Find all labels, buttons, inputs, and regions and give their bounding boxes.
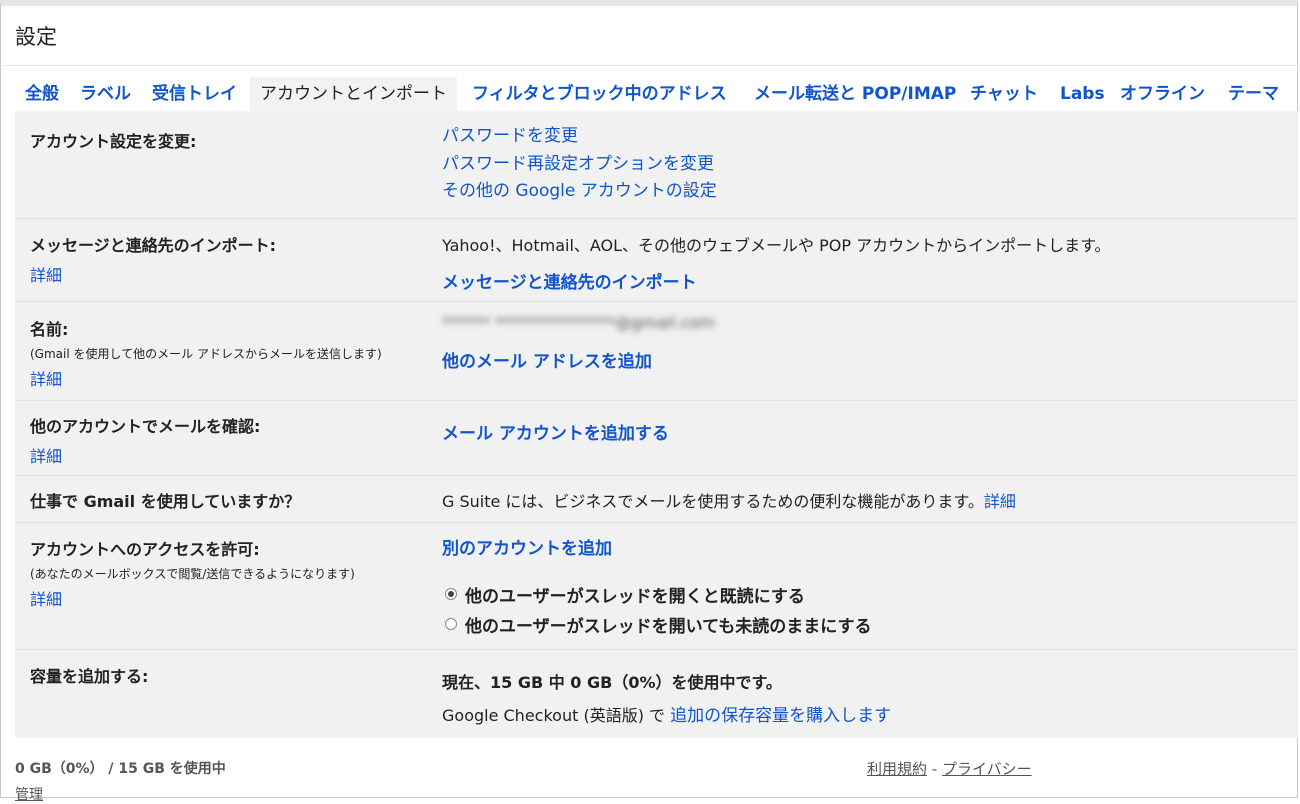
footer-links: 利用規約 - プライバシー: [867, 758, 1032, 779]
radio-label: 他のユーザーがスレッドを開くと既読にする: [465, 586, 805, 607]
row-label: アカウントへのアクセスを許可:: [30, 540, 260, 559]
tab-labs[interactable]: Labs: [1050, 77, 1115, 111]
import-description: Yahoo!、Hotmail、AOL、その他のウェブメールや POP アカウント…: [442, 236, 1111, 255]
learn-more-link[interactable]: 詳細: [30, 586, 430, 610]
gsuite-learn-more-link[interactable]: 詳細: [984, 492, 1016, 511]
row-label: 他のアカウントでメールを確認:: [30, 417, 261, 436]
row-sublabel: (あなたのメールボックスで閲覧/送信できるようになります): [30, 567, 355, 581]
tab-inbox[interactable]: 受信トレイ: [142, 77, 247, 111]
row-label: 容量を追加する:: [30, 667, 149, 686]
row-change-account-settings: アカウント設定を変更: パスワードを変更 パスワード再設定オプションを変更 その…: [15, 111, 1298, 219]
learn-more-link[interactable]: 詳細: [30, 443, 430, 467]
row-label: メッセージと連絡先のインポート:: [30, 236, 277, 255]
row-label: 名前:: [30, 320, 69, 339]
change-password-link[interactable]: パスワードを変更: [442, 123, 1282, 151]
gsuite-description: G Suite には、ビジネスでメールを使用するための便利な機能があります。: [442, 492, 984, 511]
tab-offline[interactable]: オフライン: [1110, 77, 1215, 111]
row-send-as: 名前: (Gmail を使用して他のメール アドレスからメールを送信します) 詳…: [15, 301, 1298, 401]
terms-link[interactable]: 利用規約: [867, 760, 927, 778]
tab-labels[interactable]: ラベル: [70, 77, 141, 111]
add-another-address-link[interactable]: 他のメール アドレスを追加: [442, 347, 652, 372]
learn-more-link[interactable]: 詳細: [30, 366, 430, 390]
row-grant-access: アカウントへのアクセスを許可: (あなたのメールボックスで閲覧/送信できるように…: [15, 522, 1298, 650]
footer-storage: 0 GB（0%） / 15 GB を使用中 管理: [15, 758, 226, 804]
keep-unread-option[interactable]: 他のユーザーがスレッドを開いても未読のままにする: [442, 613, 1282, 637]
tab-chat[interactable]: チャット: [960, 77, 1048, 111]
row-add-storage: 容量を追加する: 現在、15 GB 中 0 GB（0%）を使用中です。 Goog…: [15, 649, 1298, 738]
checkout-prefix: Google Checkout (英語版) で: [442, 706, 671, 725]
add-mail-account-link[interactable]: メール アカウントを追加する: [442, 419, 669, 444]
manage-storage-link[interactable]: 管理: [15, 784, 226, 804]
settings-panel: アカウント設定を変更: パスワードを変更 パスワード再設定オプションを変更 その…: [15, 111, 1298, 738]
import-mail-contacts-link[interactable]: メッセージと連絡先のインポート: [442, 268, 697, 293]
mark-read-option[interactable]: 他のユーザーがスレッドを開くと既読にする: [442, 583, 1282, 607]
tab-themes[interactable]: テーマ: [1218, 77, 1289, 111]
page-title: 設定: [15, 25, 57, 49]
row-gsuite: 仕事で Gmail を使用していますか？ G Suite には、ビジネスでメール…: [15, 475, 1298, 523]
buy-storage-link[interactable]: 追加の保存容量を購入します: [670, 706, 891, 726]
row-check-mail: 他のアカウントでメールを確認: 詳細 メール アカウントを追加する: [15, 400, 1298, 476]
privacy-link[interactable]: プライバシー: [942, 760, 1032, 778]
footer-separator: -: [927, 760, 942, 778]
tab-filters-blocked[interactable]: フィルタとブロック中のアドレス: [462, 77, 737, 111]
google-account-settings-link[interactable]: その他の Google アカウントの設定: [442, 178, 1282, 206]
tab-forwarding-pop-imap[interactable]: メール転送と POP/IMAP: [744, 77, 966, 111]
tab-general[interactable]: 全般: [15, 77, 69, 111]
radio-button[interactable]: [445, 618, 457, 630]
tab-accounts-import[interactable]: アカウントとインポート: [250, 77, 457, 111]
learn-more-link[interactable]: 詳細: [30, 262, 430, 286]
title-bar: 設定: [0, 6, 1298, 66]
sender-address-blurred: ****** ***************@gmail.com: [442, 313, 715, 332]
row-label: 仕事で Gmail を使用していますか？: [30, 492, 301, 511]
add-another-account-link[interactable]: 別のアカウントを追加: [442, 534, 612, 559]
radio-label: 他のユーザーがスレッドを開いても未読のままにする: [465, 616, 872, 637]
row-import: メッセージと連絡先のインポート: 詳細 Yahoo!、Hotmail、AOL、そ…: [15, 218, 1298, 302]
change-recovery-options-link[interactable]: パスワード再設定オプションを変更: [442, 151, 1282, 179]
storage-usage-text: 現在、15 GB 中 0 GB（0%）を使用中です。: [442, 673, 782, 692]
row-sublabel: (Gmail を使用して他のメール アドレスからメールを送信します): [30, 347, 382, 361]
footer-usage: 0 GB（0%） / 15 GB を使用中: [15, 761, 226, 777]
radio-button-checked[interactable]: [445, 588, 457, 600]
row-label: アカウント設定を変更:: [30, 132, 197, 151]
